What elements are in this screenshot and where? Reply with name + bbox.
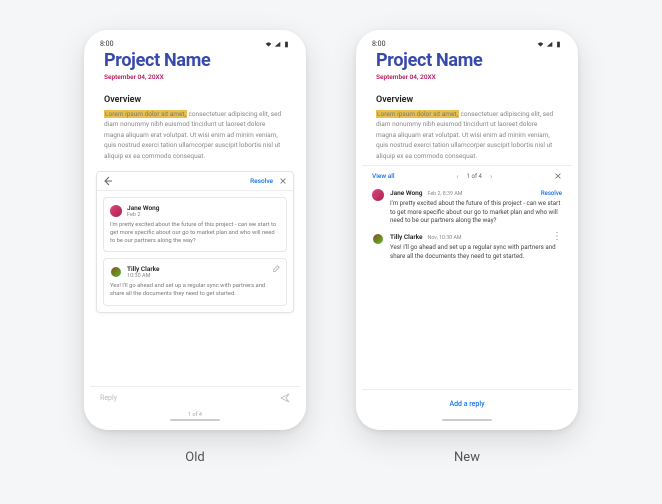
- back-icon[interactable]: [103, 176, 113, 186]
- comment-body: Yes! I'll go ahead and set up a regular …: [110, 283, 280, 299]
- signal-icon: [274, 41, 281, 48]
- highlighted-text[interactable]: Lorem ipsum dolor sit amet,: [376, 110, 459, 118]
- send-icon[interactable]: [280, 393, 290, 403]
- doc-title: Project Name: [104, 50, 286, 71]
- comments-panel-header: View all ‹ 1 of 4 ›: [362, 165, 572, 185]
- comment-author: Jane Wong: [390, 189, 422, 197]
- avatar: [372, 233, 384, 245]
- document-content: Project Name September 04, 20XX Overview…: [90, 50, 300, 165]
- status-bar: 8:00: [90, 36, 300, 50]
- status-bar: 8:00: [362, 36, 572, 50]
- avatar: [110, 266, 122, 278]
- phone-new: 8:00 Project Name September 04, 20XX Ove…: [356, 30, 578, 430]
- comment-time: 10:30 AM: [127, 273, 160, 279]
- comment-thread-item[interactable]: Tilly Clarke Nov, 10:30 AM ⋮ Yes! I'll g…: [372, 233, 562, 260]
- wifi-icon: [537, 41, 544, 48]
- signal-icon: [546, 41, 553, 48]
- wifi-icon: [265, 41, 272, 48]
- resolve-button[interactable]: Resolve: [541, 190, 562, 197]
- status-icons: [537, 41, 562, 48]
- avatar: [372, 189, 384, 201]
- comment-author: Jane Wong: [127, 204, 159, 212]
- clock-label: 8:00: [100, 40, 114, 48]
- home-indicator: [170, 419, 220, 421]
- comment-card[interactable]: Jane Wong Feb 2 I'm pretty excited about…: [103, 197, 287, 252]
- more-icon[interactable]: ⋮: [552, 234, 562, 240]
- pager-label: 1 of 4: [467, 173, 482, 180]
- comment-body: I'm pretty excited about the future of t…: [110, 222, 280, 245]
- document-content: Project Name September 04, 20XX Overview…: [362, 50, 572, 165]
- comment-card[interactable]: Tilly Clarke 10:30 AM Yes! I'll go ahead…: [103, 258, 287, 306]
- resolve-button[interactable]: Resolve: [250, 177, 273, 185]
- comment-author: Tilly Clarke: [390, 233, 423, 241]
- doc-date: September 04, 20XX: [376, 73, 558, 81]
- reply-input[interactable]: Reply: [100, 394, 117, 402]
- comments-panel-body: Jane Wong Feb 2, 8:39 AM Resolve I'm pre…: [362, 185, 572, 274]
- reply-row: Reply: [90, 386, 300, 409]
- doc-title: Project Name: [376, 50, 558, 71]
- close-icon[interactable]: [279, 177, 287, 185]
- edit-icon[interactable]: [272, 265, 280, 273]
- chevron-right-icon[interactable]: ›: [490, 172, 492, 181]
- view-all-button[interactable]: View all: [372, 172, 395, 180]
- avatar: [110, 205, 122, 217]
- doc-body-text: Lorem ipsum dolor sit amet, consectetuer…: [376, 109, 558, 161]
- battery-icon: [283, 41, 290, 48]
- chevron-left-icon[interactable]: ‹: [456, 172, 458, 181]
- doc-section-heading: Overview: [104, 95, 286, 105]
- comment-time: Nov, 10:30 AM: [428, 235, 462, 241]
- pager-label: 1 of 4: [90, 409, 300, 424]
- close-icon[interactable]: [554, 172, 562, 180]
- phone-old: 8:00 Project Name September 04, 20XX Ove…: [84, 30, 306, 430]
- doc-body-text: Lorem ipsum dolor sit amet, consectetuer…: [104, 109, 286, 161]
- highlighted-text[interactable]: Lorem ipsum dolor sit amet,: [104, 110, 187, 118]
- comments-panel-old: Resolve Jane Wong Feb 2: [96, 171, 294, 313]
- status-icons: [265, 41, 290, 48]
- clock-label: 8:00: [372, 40, 386, 48]
- comment-author: Tilly Clarke: [127, 265, 160, 273]
- home-indicator: [442, 419, 492, 421]
- comment-thread-item[interactable]: Jane Wong Feb 2, 8:39 AM Resolve I'm pre…: [372, 189, 562, 225]
- comment-time: Feb 2: [127, 212, 159, 218]
- caption-new: New: [454, 450, 480, 465]
- comment-body: I'm pretty excited about the future of t…: [390, 199, 562, 225]
- comment-time: Feb 2, 8:39 AM: [427, 191, 462, 197]
- comment-body: Yes! I'll go ahead and set up a regular …: [390, 243, 562, 260]
- battery-icon: [555, 41, 562, 48]
- caption-old: Old: [185, 450, 204, 465]
- pager: ‹ 1 of 4 ›: [456, 172, 492, 181]
- doc-section-heading: Overview: [376, 95, 558, 105]
- doc-date: September 04, 20XX: [104, 73, 286, 81]
